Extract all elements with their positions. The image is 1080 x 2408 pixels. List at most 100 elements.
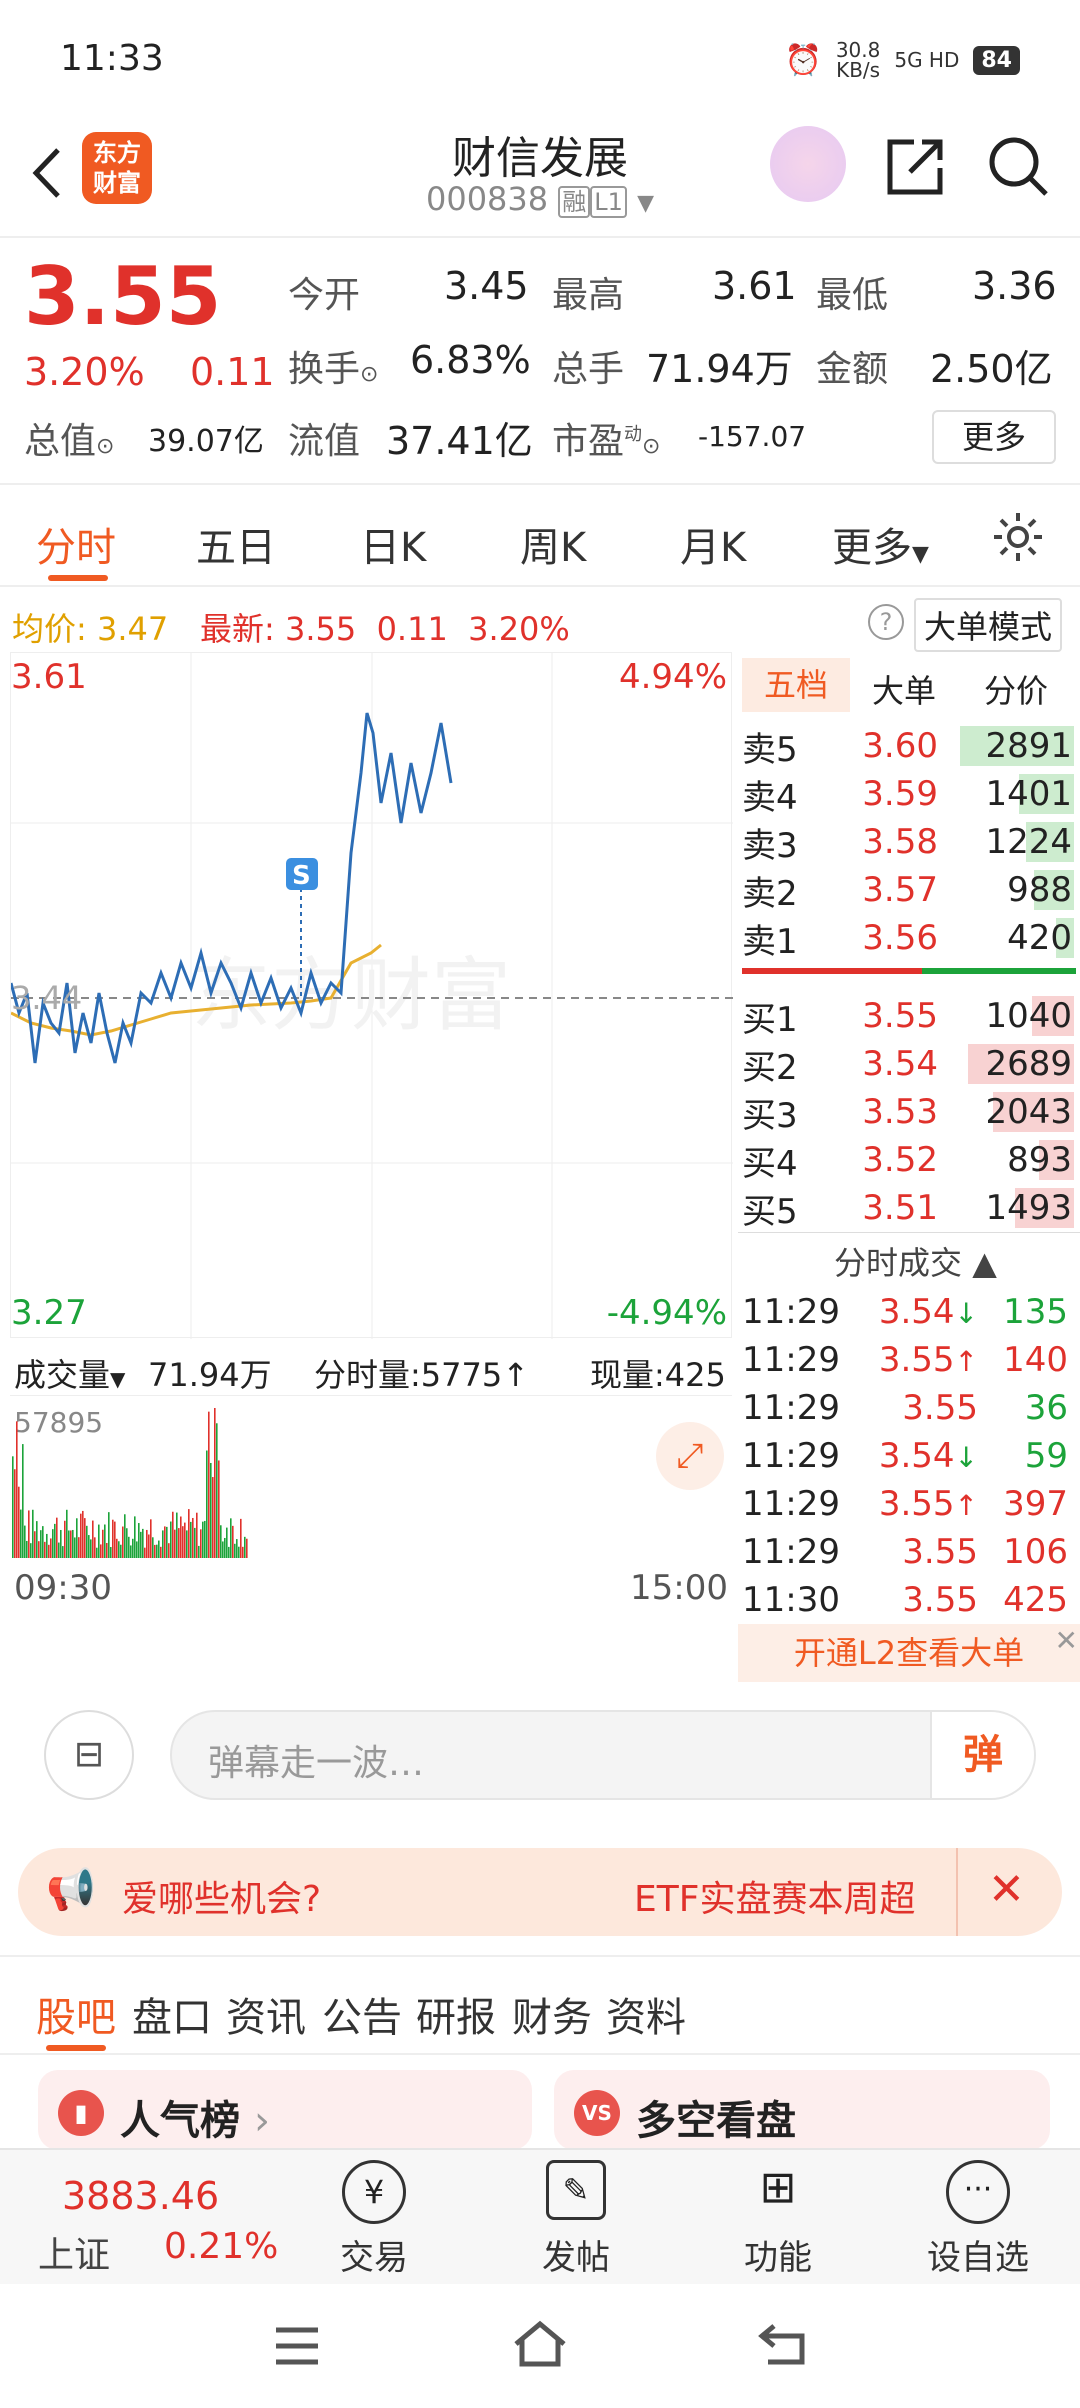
tab-weekly-k[interactable]: 周K [520, 515, 586, 573]
content-tab[interactable]: 公告 [322, 1985, 402, 2043]
popularity-label: 人气榜 › [120, 2098, 270, 2144]
index-pct[interactable]: 0.21% [164, 2226, 278, 2267]
volume-bar [202, 1521, 204, 1558]
ask-row: 卖1 3.56 420 [738, 914, 1078, 962]
level-volume: 2043 [985, 1092, 1072, 1132]
help-icon[interactable]: ? [868, 604, 904, 640]
volume-bar [110, 1547, 112, 1558]
banner-close-icon[interactable]: ✕ [988, 1864, 1025, 1915]
close-l2-icon[interactable]: ✕ [1055, 1624, 1078, 1657]
volume-bar [118, 1541, 120, 1558]
index-value[interactable]: 3883.46 [62, 2174, 219, 2218]
volume-bar [234, 1543, 236, 1558]
back-nav-icon[interactable] [756, 2320, 810, 2368]
trade-row: 11:29 3.54↓ 135 [738, 1288, 1068, 1336]
share-icon[interactable] [884, 134, 948, 198]
danmu-settings-icon[interactable]: ⊟ [44, 1710, 134, 1800]
chart-top-pct: 4.94% [618, 657, 727, 697]
tab-price-dist[interactable]: 分价 [984, 666, 1048, 712]
nav-trade[interactable]: ¥ 交易 [294, 2150, 454, 2286]
volume-bar [58, 1542, 60, 1558]
tab-intraday[interactable]: 分时 [36, 515, 116, 573]
trade-volume: 106 [1003, 1532, 1068, 1572]
search-icon[interactable] [986, 134, 1050, 198]
expand-icon[interactable]: ⤢ [656, 1422, 724, 1490]
bid-ask-bar-red [742, 968, 922, 974]
volume-bar [212, 1477, 214, 1558]
tab-more[interactable]: 更多▼ [832, 515, 929, 573]
danmu-send-button[interactable]: 弹 [930, 1712, 1034, 1798]
tab-5day[interactable]: 五日 [196, 515, 276, 573]
l2-upsell[interactable]: 开通L2查看大单 [738, 1624, 1080, 1682]
menu-icon[interactable] [272, 2324, 322, 2368]
level-volume: 1493 [985, 1188, 1072, 1228]
popularity-card[interactable]: ▮ 人气榜 › [38, 2070, 532, 2150]
tab-big-order[interactable]: 大单 [872, 666, 936, 712]
volume-bar [164, 1526, 166, 1558]
ask-row: 卖5 3.60 2891 [738, 722, 1078, 770]
danmu-input[interactable]: 弹幕走一波… 弹 [170, 1710, 1036, 1800]
volume-bar [162, 1530, 164, 1558]
volume-bar [40, 1530, 42, 1558]
content-tab-indicator [46, 2045, 106, 2051]
promo-banner[interactable]: 📢 爱哪些机会? ETF实盘赛本周超 ✕ [18, 1848, 1062, 1936]
bid-row: 买4 3.52 893 [738, 1136, 1078, 1184]
volume-bar [22, 1444, 24, 1558]
volume-bar [190, 1521, 192, 1558]
volume-bar [194, 1527, 196, 1558]
volume-bar [18, 1486, 20, 1558]
volume-bar [74, 1537, 76, 1558]
trades-list: 11:29 3.54↓ 135 11:29 3.55↑ 140 11:29 3.55 36 11:… [738, 1288, 1068, 1624]
nav-function-label: 功能 [744, 2238, 812, 2278]
level-volume: 893 [1007, 1140, 1072, 1180]
tab-five-level[interactable]: 五档 [742, 658, 850, 712]
content-tab[interactable]: 研报 [416, 1985, 496, 2043]
volume-bar [102, 1529, 104, 1558]
volume-bar [136, 1541, 138, 1558]
banner-left-text: 爱哪些机会? [122, 1879, 322, 1920]
level-volume: 988 [1007, 870, 1072, 910]
nav-watchlist[interactable]: ··· 设自选 [898, 2150, 1058, 2286]
tab-daily-k[interactable]: 日K [360, 515, 426, 573]
settings-icon[interactable] [990, 509, 1046, 565]
volume-bar [192, 1517, 194, 1558]
open-label: 今开 [288, 275, 361, 316]
nav-post[interactable]: ✎ 发帖 [496, 2150, 656, 2286]
volume-bar [104, 1524, 106, 1558]
home-icon[interactable] [510, 2318, 570, 2370]
volume-bar [166, 1526, 168, 1558]
volume-bar [196, 1512, 198, 1558]
bull-bear-card[interactable]: VS 多空看盘 [554, 2070, 1050, 2150]
volume-bar [138, 1523, 140, 1558]
volume-bar [80, 1513, 82, 1558]
volume-bar [44, 1541, 46, 1558]
content-tab[interactable]: 盘口 [132, 1985, 212, 2043]
volume-bar [34, 1531, 36, 1558]
content-tab[interactable]: 股吧 [36, 1985, 116, 2043]
trades-title[interactable]: 分时成交 ▲ [834, 1238, 997, 1284]
volume-bar [128, 1536, 130, 1558]
content-tab[interactable]: 资讯 [226, 1985, 306, 2043]
level-price: 3.51 [862, 1188, 938, 1228]
content-tab[interactable]: 资料 [606, 1985, 686, 2043]
tab-monthly-k[interactable]: 月K [680, 515, 746, 573]
big-order-mode-button[interactable]: 大单模式 [914, 598, 1063, 652]
chart-top-price: 3.61 [11, 657, 87, 697]
ai-assistant-icon[interactable] [770, 126, 846, 202]
more-button[interactable]: 更多 [932, 410, 1056, 464]
volume-bar [114, 1521, 116, 1558]
bid-ask-bar-green [922, 968, 1076, 974]
battery-indicator: 84 [973, 45, 1020, 75]
index-name[interactable]: 上证 [38, 2226, 110, 2278]
volume-bar [174, 1529, 176, 1558]
level-price: 3.55 [862, 996, 938, 1036]
content-tab[interactable]: 财务 [512, 1985, 592, 2043]
volume-total: 71.94万 [148, 1356, 272, 1394]
volume-selector[interactable]: 成交量▼ [14, 1350, 125, 1396]
net-speed: 30.8 KB/s [835, 38, 881, 82]
bid-row: 买1 3.55 1040 [738, 992, 1078, 1040]
volume-bar [224, 1537, 226, 1558]
intraday-chart[interactable]: 东方财富 S 3.61 4.94% 3.44 3.27 -4.94% [10, 652, 733, 1339]
nav-function[interactable]: ⊞ 功能 [698, 2150, 858, 2286]
trade-price: 3.55↑ [878, 1340, 978, 1380]
